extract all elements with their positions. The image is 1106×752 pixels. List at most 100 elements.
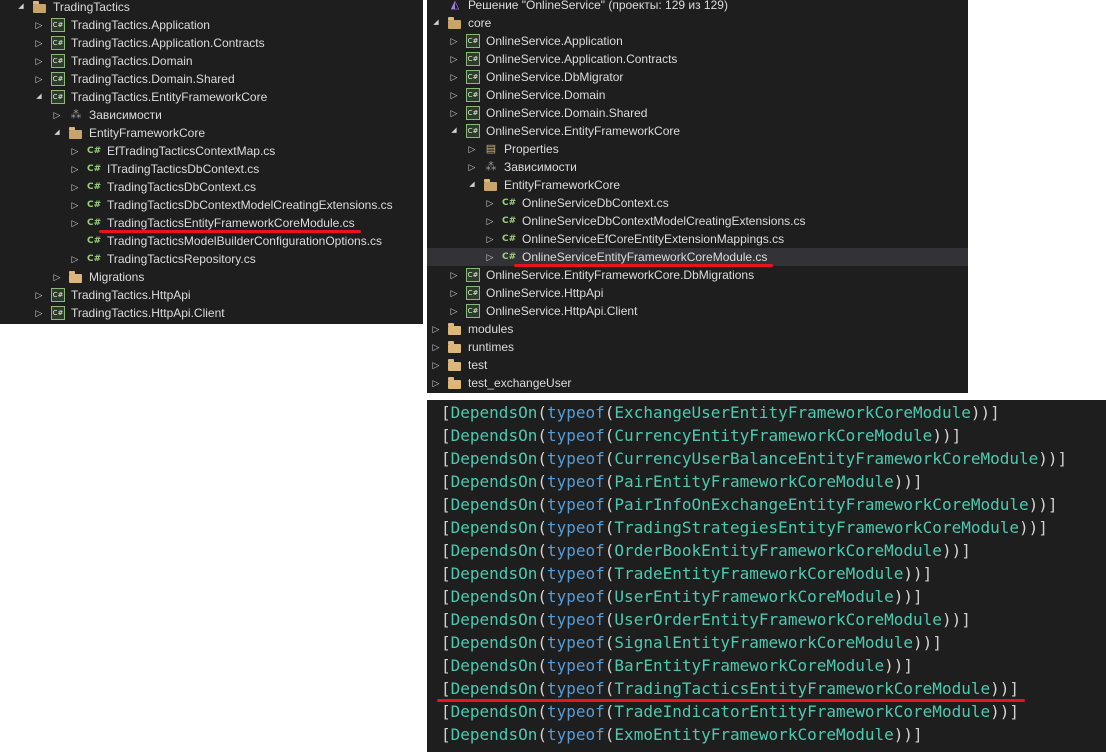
collapse-arrow-icon[interactable]: ▷ <box>70 160 80 178</box>
tree-node[interactable]: ▷ C# TradingTacticsDbContextModelCreatingE… <box>0 196 423 214</box>
code-line[interactable]: [DependsOn(typeof(PairEntityFrameworkCor… <box>441 470 923 493</box>
expand-arrow-icon[interactable]: ◢ <box>16 0 26 16</box>
tree-node[interactable]: ▷ C# TradingTacticsDbContext.cs <box>0 178 423 196</box>
code-line[interactable]: [DependsOn(typeof(TradingStrategiesEntit… <box>441 516 1048 539</box>
collapse-arrow-icon[interactable]: ▷ <box>70 214 80 232</box>
collapse-arrow-icon[interactable]: ▷ <box>34 304 44 322</box>
tree-node[interactable]: ◢ EntityFrameworkCore <box>0 124 423 142</box>
tree-node[interactable]: ▷ runtimes <box>427 338 968 356</box>
punctuation: [ <box>441 610 451 629</box>
expand-arrow-icon[interactable]: ◢ <box>467 176 477 194</box>
code-line[interactable]: [DependsOn(typeof(UserEntityFrameworkCor… <box>441 585 923 608</box>
code-line[interactable]: [DependsOn(typeof(TradingTacticsEntityFr… <box>441 677 1019 700</box>
collapse-arrow-icon[interactable]: ▷ <box>34 52 44 70</box>
tree-node[interactable]: ▷ C# EfTradingTacticsContextMap.cs <box>0 142 423 160</box>
tree-node[interactable]: ▷ test <box>427 356 968 374</box>
tree-node[interactable]: ▷ ⁂ Зависимости <box>427 158 968 176</box>
collapse-arrow-icon[interactable]: ▷ <box>52 268 62 286</box>
tree-node[interactable]: ◢ EntityFrameworkCore <box>427 176 968 194</box>
tree-node[interactable]: ▷ C# OnlineService.Domain.Shared <box>427 104 968 122</box>
tree-node[interactable]: ▷ test_exchangeUser <box>427 374 968 392</box>
code-line[interactable]: [DependsOn(typeof(TradeIndicatorEntityFr… <box>441 700 1019 723</box>
csharp-file-icon: C# <box>87 182 102 192</box>
code-editor[interactable]: [DependsOn(typeof(ExchangeUserEntityFram… <box>427 400 1106 752</box>
collapse-arrow-icon[interactable]: ▷ <box>70 196 80 214</box>
collapse-arrow-icon[interactable]: ▷ <box>34 16 44 34</box>
tree-node[interactable]: ▷ C# TradingTactics.HttpApi.Client <box>0 304 423 322</box>
collapse-arrow-icon[interactable]: ▷ <box>70 250 80 268</box>
code-line[interactable]: [DependsOn(typeof(ExchangeUserEntityFram… <box>441 401 1000 424</box>
collapse-arrow-icon[interactable]: ▷ <box>467 158 477 176</box>
tree-node[interactable]: ▷ C# OnlineService.Application <box>427 32 968 50</box>
tree-node[interactable]: ◭ Решение "OnlineService" (проекты: 129 и… <box>427 0 968 14</box>
collapse-arrow-icon[interactable]: ▷ <box>485 230 495 248</box>
code-line[interactable]: [DependsOn(typeof(OrderBookEntityFramewo… <box>441 539 971 562</box>
tree-node[interactable]: ▷ C# TradingTactics.Application.Contracts <box>0 34 423 52</box>
tree-node[interactable]: ▷ modules <box>427 320 968 338</box>
collapse-arrow-icon[interactable]: ▷ <box>467 140 477 158</box>
collapse-arrow-icon[interactable]: ▷ <box>70 178 80 196</box>
collapse-arrow-icon[interactable]: ▷ <box>449 68 459 86</box>
code-line[interactable]: [DependsOn(typeof(TradeEntityFrameworkCo… <box>441 562 932 585</box>
tree-node[interactable]: ▷ C# TradingTactics.Application <box>0 16 423 34</box>
tree-node[interactable]: ▷ C# OnlineService.HttpApi <box>427 284 968 302</box>
tree-node[interactable]: ▷ C# TradingTactics.Domain <box>0 52 423 70</box>
collapse-arrow-icon[interactable]: ▷ <box>34 286 44 304</box>
tree-node[interactable]: ▷ C# OnlineServiceEfCoreEntityExtensionMap… <box>427 230 968 248</box>
code-line[interactable]: [DependsOn(typeof(UserOrderEntityFramewo… <box>441 608 971 631</box>
collapse-arrow-icon[interactable]: ▷ <box>449 266 459 284</box>
collapse-arrow-icon[interactable]: ▷ <box>485 212 495 230</box>
collapse-arrow-icon[interactable]: ▷ <box>34 34 44 52</box>
folder-open-icon <box>484 179 497 191</box>
collapse-arrow-icon[interactable]: ▷ <box>449 302 459 320</box>
tree-node[interactable]: ▷ C# OnlineService.EntityFrameworkCore.DbM… <box>427 266 968 284</box>
tree-node[interactable]: ▷ C# OnlineService.HttpApi.Client <box>427 302 968 320</box>
tree-node[interactable]: ▷ Migrations <box>0 268 423 286</box>
collapse-arrow-icon[interactable]: ▷ <box>485 248 495 266</box>
csharp-project-icon: C# <box>466 34 480 48</box>
collapse-arrow-icon[interactable]: ▷ <box>449 284 459 302</box>
code-line[interactable]: [DependsOn(typeof(CurrencyUserBalanceEnt… <box>441 447 1067 470</box>
collapse-arrow-icon[interactable]: ▷ <box>431 374 441 392</box>
tree-node[interactable]: ◢ C# OnlineService.EntityFrameworkCore <box>427 122 968 140</box>
tree-node[interactable]: ▷ C# ITradingTacticsDbContext.cs <box>0 160 423 178</box>
tree-node[interactable]: ▷ C# TradingTactics.Domain.Shared <box>0 70 423 88</box>
expand-arrow-icon[interactable]: ◢ <box>431 14 441 32</box>
collapse-arrow-icon[interactable]: ▷ <box>431 356 441 374</box>
punctuation: ( <box>537 633 547 652</box>
collapse-arrow-icon[interactable]: ▷ <box>431 338 441 356</box>
tree-node[interactable]: ▷ C# TradingTacticsRepository.cs <box>0 250 423 268</box>
tree-node-label: Properties <box>504 142 559 156</box>
tree-node[interactable]: ◢ C# TradingTactics.EntityFrameworkCore <box>0 88 423 106</box>
collapse-arrow-icon[interactable]: ▷ <box>485 194 495 212</box>
tree-node[interactable]: ▷ C# OnlineService.Application.Contracts <box>427 50 968 68</box>
collapse-arrow-icon[interactable]: ▷ <box>449 32 459 50</box>
tree-node[interactable]: ▷ C# OnlineServiceDbContextModelCreatingEx… <box>427 212 968 230</box>
tree-node[interactable]: ◢ TradingTactics <box>0 0 423 16</box>
punctuation: ( <box>604 472 615 491</box>
tree-node[interactable]: ◢ core <box>427 14 968 32</box>
tree-node[interactable]: C# TradingTacticsModelBuilderConfiguratio… <box>0 232 423 250</box>
collapse-arrow-icon[interactable]: ▷ <box>34 70 44 88</box>
code-line[interactable]: [DependsOn(typeof(CurrencyEntityFramewor… <box>441 424 961 447</box>
tree-node[interactable]: ▷ ▤ Properties <box>427 140 968 158</box>
expand-arrow-icon[interactable]: ◢ <box>34 88 44 106</box>
code-line[interactable]: [DependsOn(typeof(BarEntityFrameworkCore… <box>441 654 913 677</box>
collapse-arrow-icon[interactable]: ▷ <box>431 320 441 338</box>
tree-node[interactable]: ▷ C# OnlineService.Domain <box>427 86 968 104</box>
tree-node[interactable]: ▷ C# OnlineServiceDbContext.cs <box>427 194 968 212</box>
code-line[interactable]: [DependsOn(typeof(PairInfoOnExchangeEnti… <box>441 493 1058 516</box>
expand-arrow-icon[interactable]: ◢ <box>449 122 459 140</box>
collapse-arrow-icon[interactable]: ▷ <box>449 104 459 122</box>
tree-node[interactable]: ▷ C# TradingTactics.HttpApi <box>0 286 423 304</box>
csharp-file-icon: C# <box>87 146 102 156</box>
collapse-arrow-icon[interactable]: ▷ <box>449 86 459 104</box>
code-line[interactable]: [DependsOn(typeof(SignalEntityFrameworkC… <box>441 631 942 654</box>
collapse-arrow-icon[interactable]: ▷ <box>70 142 80 160</box>
expand-arrow-icon[interactable]: ◢ <box>52 124 62 142</box>
collapse-arrow-icon[interactable]: ▷ <box>449 50 459 68</box>
tree-node[interactable]: ▷ ⁂ Зависимости <box>0 106 423 124</box>
tree-node[interactable]: ▷ C# OnlineService.DbMigrator <box>427 68 968 86</box>
collapse-arrow-icon[interactable]: ▷ <box>52 106 62 124</box>
code-line[interactable]: [DependsOn(typeof(ExmoEntityFrameworkCor… <box>441 723 923 746</box>
